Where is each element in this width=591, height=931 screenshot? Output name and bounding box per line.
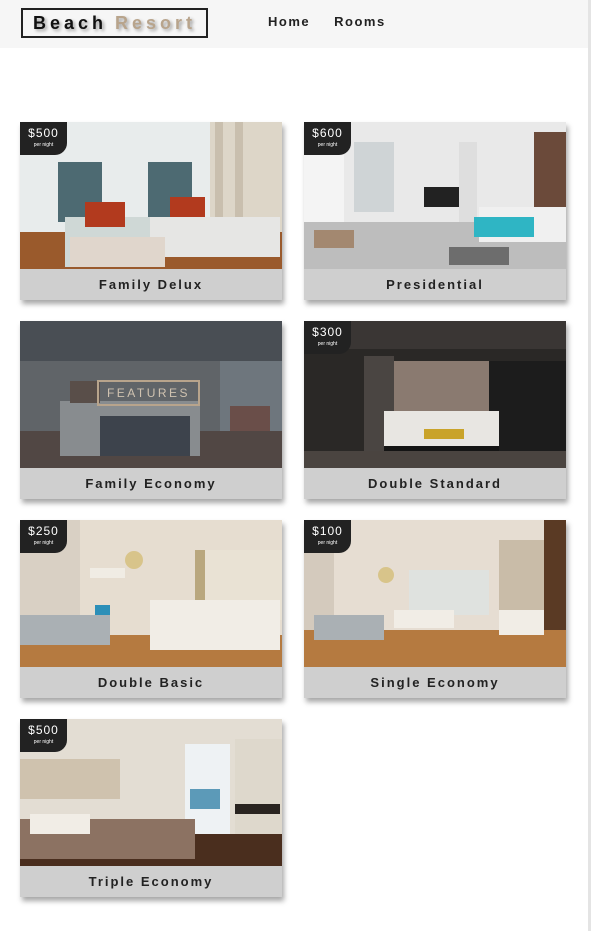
price-per-night: per night	[317, 341, 338, 347]
room-name: Double Basic	[20, 667, 282, 698]
price-badge: $600 per night	[304, 122, 351, 155]
room-name: Triple Economy	[20, 866, 282, 897]
site-logo[interactable]: Beach Resort	[21, 8, 208, 38]
price-per-night: per night	[317, 540, 338, 546]
room-card-family-economy[interactable]: FEATURES Family Economy	[20, 321, 282, 499]
price-per-night: per night	[33, 739, 54, 745]
nav-link-rooms[interactable]: Rooms	[334, 14, 386, 29]
price-badge: $500 per night	[20, 122, 67, 155]
room-name: Single Economy	[304, 667, 566, 698]
price-badge: $100 per night	[304, 520, 351, 553]
room-name: Double Standard	[304, 468, 566, 499]
room-card-family-delux[interactable]: $500 per night Family Delux	[20, 122, 282, 300]
nav-links: Home Rooms	[268, 14, 386, 29]
price-per-night: per night	[317, 142, 338, 148]
price-badge: $300 per night	[304, 321, 351, 354]
price-amount: $600	[312, 126, 343, 140]
navbar: Beach Resort Home Rooms	[0, 0, 588, 48]
nav-link-home[interactable]: Home	[268, 14, 310, 29]
price-per-night: per night	[33, 142, 54, 148]
price-amount: $250	[28, 524, 59, 538]
room-card-single-economy[interactable]: $100 per night Single Economy	[304, 520, 566, 698]
price-amount: $500	[28, 126, 59, 140]
room-name: Family Economy	[20, 468, 282, 499]
room-name: Presidential	[304, 269, 566, 300]
room-card-presidential[interactable]: $600 per night Presidential	[304, 122, 566, 300]
price-amount: $300	[312, 325, 343, 339]
price-badge: $250 per night	[20, 520, 67, 553]
price-badge: $500 per night	[20, 719, 67, 752]
room-card-double-standard[interactable]: $300 per night Double Standard	[304, 321, 566, 499]
features-button[interactable]: FEATURES	[97, 380, 200, 406]
room-card-triple-economy[interactable]: $500 per night Triple Economy	[20, 719, 282, 897]
logo-word-resort: Resort	[115, 12, 197, 33]
price-amount: $500	[28, 723, 59, 737]
room-card-double-basic[interactable]: $250 per night Double Basic	[20, 520, 282, 698]
logo-word-beach: Beach	[32, 12, 107, 33]
price-per-night: per night	[33, 540, 54, 546]
price-amount: $100	[312, 524, 343, 538]
room-name: Family Delux	[20, 269, 282, 300]
